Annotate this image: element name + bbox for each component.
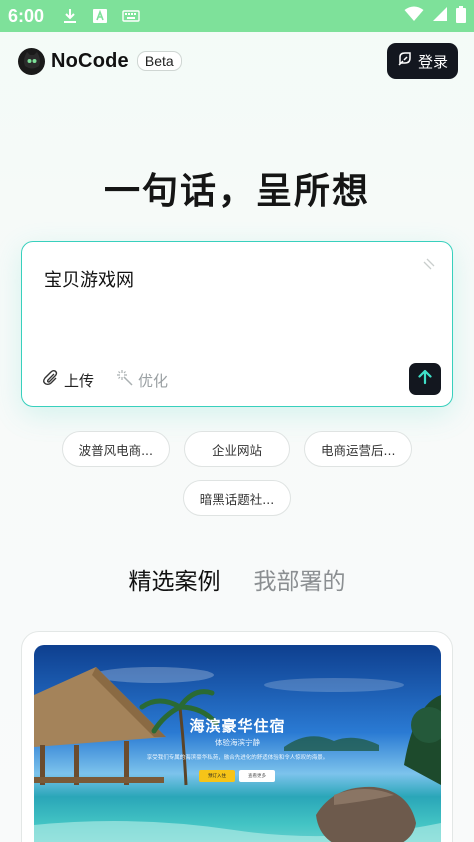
suggestion-chip[interactable]: 企业网站 — [184, 431, 290, 467]
suggestion-chip[interactable]: 电商运营后... — [304, 431, 413, 467]
case-secondary-button: 查看更多 — [239, 770, 275, 782]
case-title: 海滨豪华住宿 — [189, 717, 286, 735]
nocode-logo-icon — [18, 47, 45, 75]
arrow-up-icon — [416, 368, 434, 390]
signal-icon — [432, 6, 448, 26]
case-card[interactable]: 海滨豪华住宿 体验海滨宁静 享受我们专属的海滨豪华私苑，融合先进化的舒适体验和令… — [21, 631, 453, 842]
beta-badge: Beta — [136, 51, 182, 71]
send-button[interactable] — [409, 363, 441, 395]
suggestion-chips: 波普风电商... 企业网站 电商运营后... 暗黑话题社... — [0, 431, 474, 516]
app-header: NoCode Beta 登录 — [0, 32, 474, 90]
upload-button[interactable]: 上传 — [42, 369, 94, 391]
magic-wand-icon — [116, 369, 134, 391]
upload-label: 上传 — [64, 371, 95, 390]
case-primary-button: 预订入住 — [199, 770, 235, 782]
battery-icon — [456, 5, 466, 27]
case-subtitle: 体验海滨宁静 — [215, 738, 260, 747]
optimize-label: 优化 — [138, 371, 169, 390]
prompt-tools: 上传 优化 — [42, 369, 168, 391]
prompt-box[interactable]: 宝贝游戏网 上传 优化 — [21, 241, 453, 407]
login-label: 登录 — [417, 52, 448, 71]
tab-my-deployments[interactable]: 我部署的 — [254, 562, 346, 596]
resize-handle-icon[interactable] — [422, 256, 436, 270]
case-tabs: 精选案例 我部署的 — [0, 562, 474, 596]
suggestion-chip[interactable]: 波普风电商... — [61, 431, 170, 467]
brand-name: NoCode — [51, 49, 129, 72]
login-button[interactable]: 登录 — [387, 43, 458, 79]
status-bar: 6:00 — [0, 0, 474, 32]
case-description: 享受我们专属的海滨豪华私苑，融合先进化的舒适体验和令人惊叹的海景。 — [146, 755, 329, 761]
notification-icons — [62, 8, 140, 24]
tab-featured-cases[interactable]: 精选案例 — [129, 562, 221, 596]
hero-title: 一句话，呈所想 — [103, 171, 370, 212]
login-icon — [397, 51, 413, 71]
prompt-input[interactable]: 宝贝游戏网 — [44, 266, 134, 292]
wifi-icon — [404, 6, 424, 26]
a-badge-icon — [92, 8, 108, 24]
case-preview-image: 海滨豪华住宿 体验海滨宁静 享受我们专属的海滨豪华私苑，融合先进化的舒适体验和令… — [34, 645, 441, 842]
status-time: 6:00 — [8, 5, 45, 26]
suggestion-chip[interactable]: 暗黑话题社... — [182, 480, 292, 516]
paperclip-icon — [42, 369, 60, 391]
optimize-button[interactable]: 优化 — [116, 369, 168, 391]
download-icon — [62, 8, 78, 24]
system-icons — [404, 5, 466, 27]
keyboard-icon — [122, 8, 140, 24]
